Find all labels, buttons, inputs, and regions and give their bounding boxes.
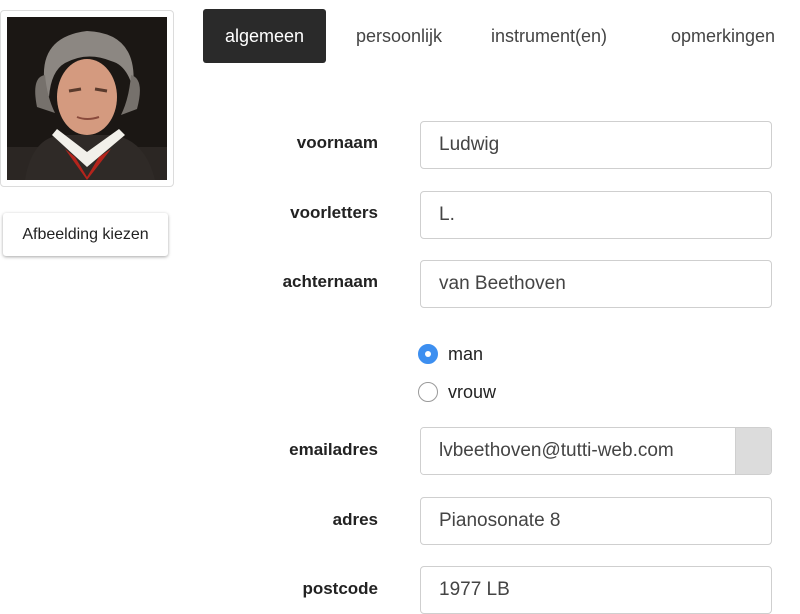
postcode-field[interactable] (420, 566, 772, 614)
gender-option-vrouw[interactable]: vrouw (418, 380, 496, 404)
choose-image-button[interactable]: Afbeelding kiezen (3, 213, 168, 256)
achternaam-label: achternaam (282, 272, 378, 291)
adres-field[interactable] (420, 497, 772, 545)
profile-photo (7, 17, 167, 180)
voorletters-field[interactable] (420, 191, 772, 239)
emailadres-field[interactable] (421, 428, 735, 474)
radio-man-label: man (448, 343, 484, 364)
achternaam-field[interactable] (420, 260, 772, 308)
profile-photo-frame (0, 10, 174, 187)
tab-algemeen[interactable]: algemeen (203, 9, 326, 63)
voornaam-field[interactable] (420, 121, 772, 169)
radio-vrouw[interactable] (418, 382, 438, 402)
email-addon[interactable] (735, 428, 771, 474)
voorletters-label: voorletters (290, 203, 378, 222)
tab-persoonlijk[interactable]: persoonlijk (343, 9, 455, 63)
gender-option-man[interactable]: man (418, 342, 483, 366)
radio-man[interactable] (418, 344, 438, 364)
adres-label: adres (332, 510, 378, 529)
emailadres-label: emailadres (289, 440, 378, 459)
postcode-label: postcode (302, 579, 378, 598)
emailadres-group (420, 427, 772, 475)
voornaam-label: voornaam (296, 133, 378, 152)
tab-opmerkingen[interactable]: opmerkingen (655, 9, 791, 63)
tab-instrumenten[interactable]: instrument(en) (483, 9, 615, 63)
radio-vrouw-label: vrouw (448, 381, 497, 402)
